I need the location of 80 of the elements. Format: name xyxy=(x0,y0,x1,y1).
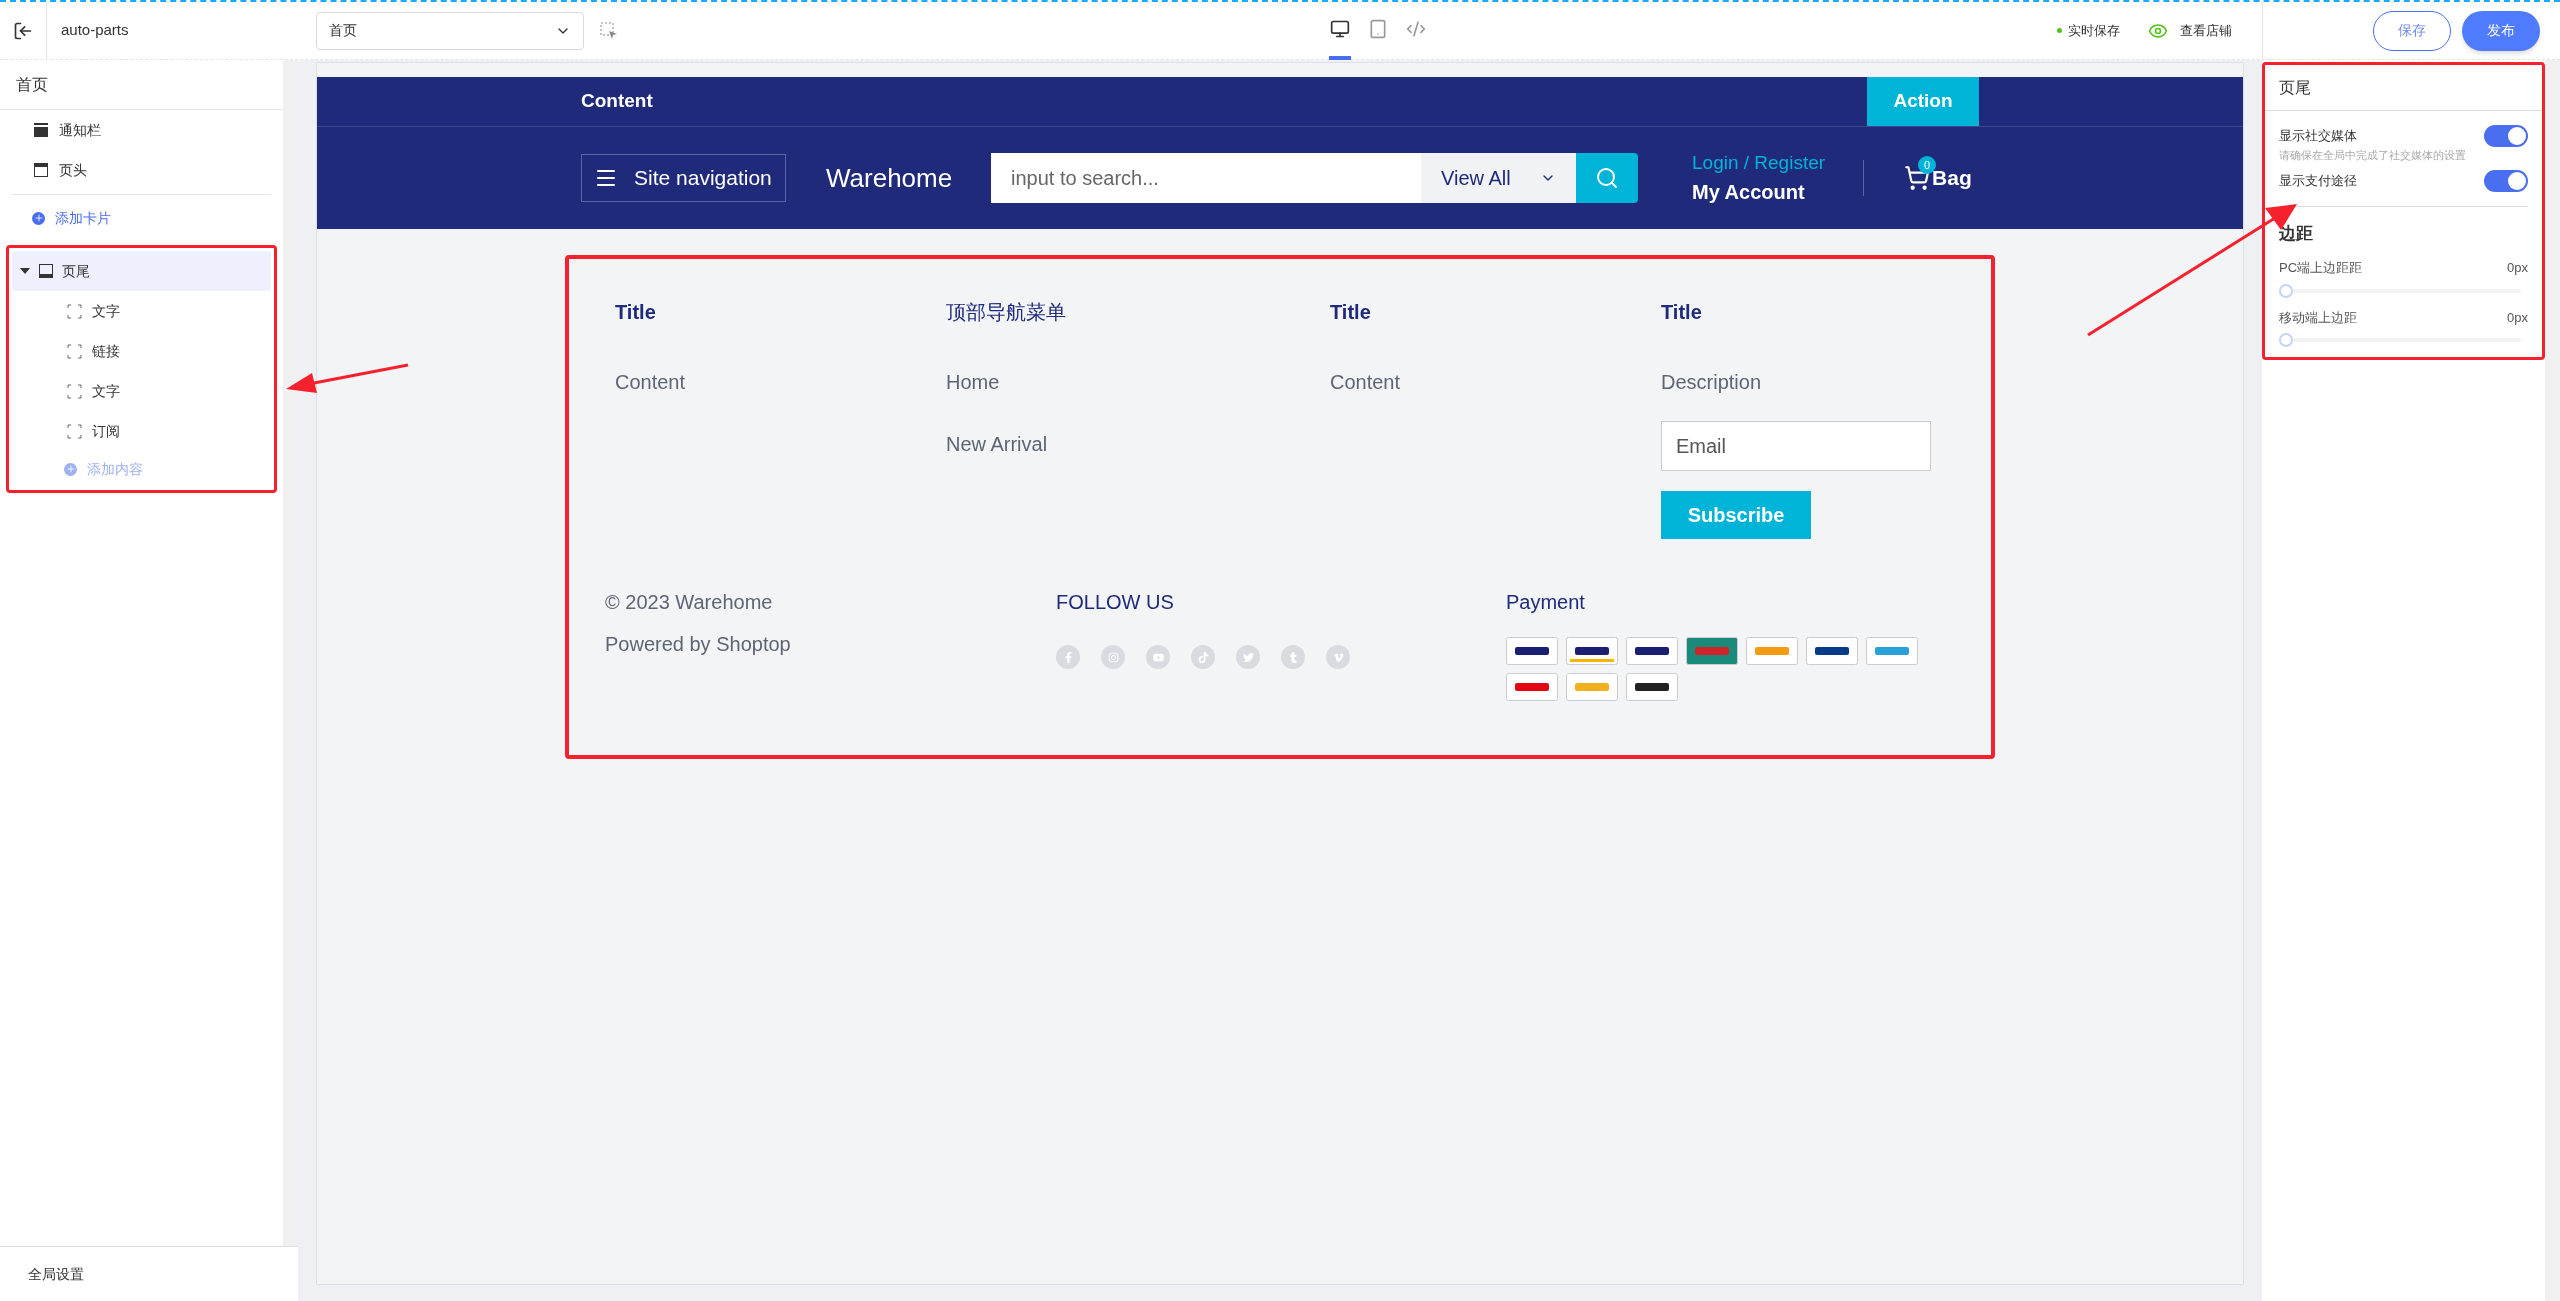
account-link[interactable]: My Account xyxy=(1692,177,1826,208)
slider-label: 移动端上边距 xyxy=(2279,308,2357,327)
site-name: auto-parts xyxy=(61,20,130,41)
scrollbar[interactable] xyxy=(2545,60,2560,1301)
payment-card-icon xyxy=(1566,673,1618,701)
add-card-button[interactable]: 添加卡片 xyxy=(0,195,283,241)
tree-child-item[interactable]: 订阅 xyxy=(12,411,271,451)
slider-thumb[interactable] xyxy=(2279,283,2293,298)
page-title: 首页 xyxy=(16,74,48,95)
exit-icon[interactable] xyxy=(13,20,33,41)
follow-us-title: FOLLOW US xyxy=(1056,590,1175,615)
page-select[interactable]: 首页 xyxy=(316,11,584,50)
footer-column-title: Title xyxy=(1330,300,1372,325)
footer-text: Content xyxy=(1330,370,1402,395)
panel-title: 页尾 xyxy=(2279,77,2311,98)
copyright-text: © 2023 Warehome xyxy=(605,590,774,615)
payment-card-icon xyxy=(1746,637,1798,665)
footer-column-title: Title xyxy=(1661,300,1703,325)
social-icon[interactable] xyxy=(1101,645,1125,669)
search-field[interactable]: input to search... xyxy=(991,153,1421,203)
login-link[interactable]: Login / Register xyxy=(1692,148,1826,178)
frame-corners-icon xyxy=(67,343,82,359)
social-icon[interactable] xyxy=(1281,645,1305,669)
footer-layout-icon xyxy=(38,263,54,279)
toggle-switch[interactable] xyxy=(2484,169,2528,192)
site-navigation-button[interactable]: Site navigation xyxy=(581,154,786,202)
frame-corners-icon xyxy=(67,303,82,319)
social-icon[interactable] xyxy=(1146,645,1170,669)
select-area-icon[interactable] xyxy=(600,21,618,40)
footer-description: Description xyxy=(1661,370,1763,395)
tree-child-item[interactable]: 文字 xyxy=(12,291,271,331)
powered-by-text: Powered by Shoptop xyxy=(605,632,792,657)
slider-value: 0px xyxy=(2507,308,2528,327)
search-icon xyxy=(1595,166,1619,190)
section-item[interactable]: 通知栏 xyxy=(0,110,283,150)
footer-link[interactable]: Home xyxy=(946,367,1330,397)
footer-text: Content xyxy=(615,370,687,395)
toggle-label: 显示社交媒体 xyxy=(2279,127,2357,146)
payment-card-icon xyxy=(1566,637,1618,665)
payment-card-icon xyxy=(1866,637,1918,665)
search-button[interactable] xyxy=(1576,153,1638,203)
toggle-switch[interactable] xyxy=(2484,125,2528,147)
tree-item[interactable]: 页尾 xyxy=(12,251,271,291)
footer-column-title: 顶部导航菜单 xyxy=(946,300,1067,325)
view-store-link[interactable]: 查看店铺 xyxy=(2180,20,2232,41)
slider-label: PC端上边距距 xyxy=(2279,259,2363,277)
frame-corners-icon xyxy=(67,383,82,399)
social-icon[interactable] xyxy=(1236,645,1260,669)
slider-thumb[interactable] xyxy=(2279,333,2293,347)
payment-card-icon xyxy=(1806,637,1858,665)
global-settings-button[interactable]: 全局设置 xyxy=(28,1263,84,1285)
payment-card-icon xyxy=(1626,673,1678,701)
social-icon[interactable] xyxy=(1191,645,1215,669)
stack-icon xyxy=(33,122,49,138)
email-field[interactable]: Email xyxy=(1661,421,1931,471)
frame-corners-icon xyxy=(67,423,82,439)
scrollbar[interactable] xyxy=(283,60,298,1246)
slider-value: 0px xyxy=(2507,259,2528,277)
publish-button[interactable]: 发布 xyxy=(2462,10,2540,51)
section-heading: 边距 xyxy=(2279,222,2314,245)
header-layout-icon xyxy=(33,162,49,178)
payment-card-icon xyxy=(1506,673,1558,701)
footer-link[interactable]: New Arrival xyxy=(946,429,1330,459)
tree-child-item[interactable]: 链接 xyxy=(12,331,271,371)
toggle-label: 显示支付途径 xyxy=(2279,171,2357,190)
social-icon[interactable] xyxy=(1326,645,1350,669)
toggle-hint: 请确保在全局中完成了社交媒体的设置 xyxy=(2279,148,2467,163)
category-select[interactable]: View All xyxy=(1421,153,1576,203)
tree-child-item[interactable]: 文字 xyxy=(12,371,271,411)
social-icon[interactable] xyxy=(1056,645,1080,669)
payment-title: Payment xyxy=(1506,590,1586,615)
store-logo: Warehome xyxy=(826,161,954,195)
payment-card-icon xyxy=(1506,637,1558,665)
autosave-status: 实时保存 xyxy=(2068,21,2120,40)
payment-card-icon xyxy=(1686,637,1738,665)
payment-card-icon xyxy=(1626,637,1678,665)
announcement-text: Content xyxy=(581,89,654,114)
desktop-icon xyxy=(1329,18,1350,39)
footer-column-title: Title xyxy=(615,300,657,325)
section-item[interactable]: 页头 xyxy=(0,150,283,190)
